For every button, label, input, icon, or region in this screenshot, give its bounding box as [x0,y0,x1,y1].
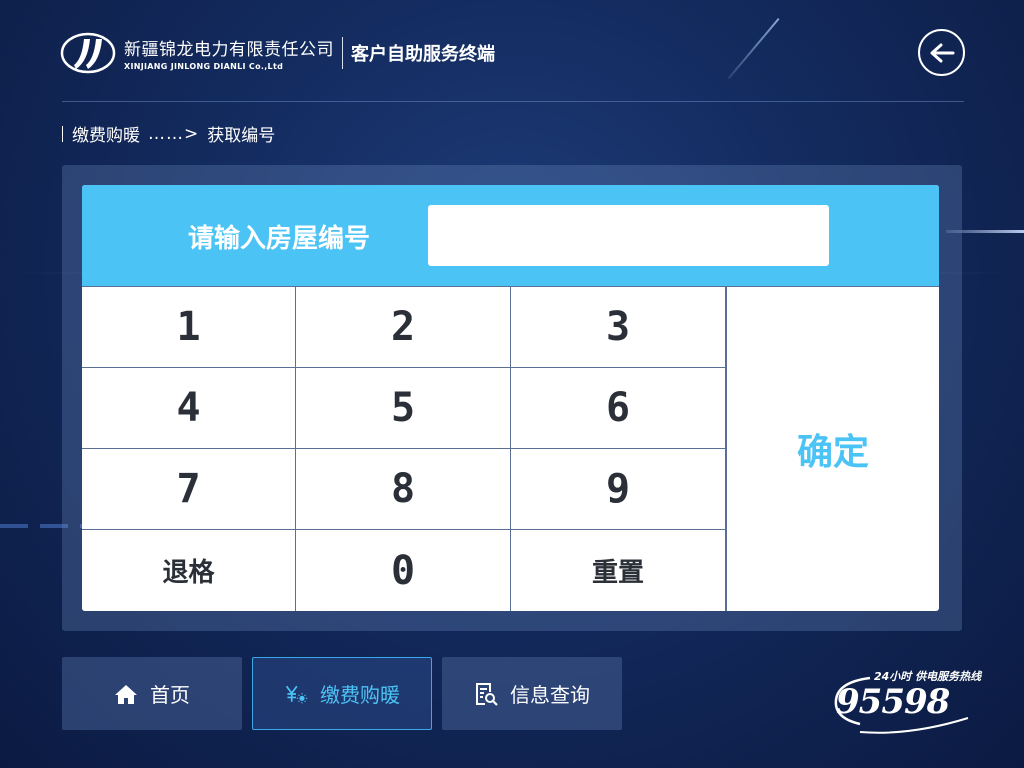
confirm-button[interactable]: 确定 [726,287,939,611]
breadcrumb-marker [62,125,63,142]
reset-key[interactable]: 重置 [511,530,726,611]
terminal-title: 客户自助服务终端 [351,44,495,65]
nav-home-button[interactable]: 首页 [62,657,242,730]
key-0[interactable]: 0 [296,530,511,611]
breadcrumb: 缴费购暖 ……> 获取编号 [62,121,275,146]
house-number-label: 请输入房屋编号 [188,224,371,254]
header: 新疆锦龙电力有限责任公司 XINJIANG JINLONG DIANLI Co.… [60,28,495,78]
key-label: 4 [176,385,201,431]
company-name: 新疆锦龙电力有限责任公司 XINJIANG JINLONG DIANLI Co.… [124,35,334,71]
key-label: 0 [390,547,416,594]
document-search-icon [474,682,498,706]
company-name-cn: 新疆锦龙电力有限责任公司 [124,40,334,60]
nav-info-query-label: 信息查询 [510,683,590,707]
key-label: 2 [390,304,416,350]
header-divider-line [62,101,964,102]
background-decor [727,18,780,80]
nav-pay-heating-button[interactable]: 缴费购暖 [252,657,432,730]
key-3[interactable]: 3 [511,287,726,368]
key-label: 3 [605,304,631,350]
key-9[interactable]: 9 [511,449,726,530]
keypad-header: 请输入房屋编号 [82,185,939,287]
key-8[interactable]: 8 [296,449,511,530]
key-label: 9 [605,466,631,512]
key-5[interactable]: 5 [296,368,511,449]
hotline-number: 95598 [836,682,950,722]
yuan-sun-icon [284,682,308,706]
key-label: 8 [390,466,416,512]
home-icon [114,682,138,706]
company-name-en: XINJIANG JINLONG DIANLI Co.,Ltd [124,62,284,71]
breadcrumb-separator: ……> [148,123,200,144]
key-2[interactable]: 2 [296,287,511,368]
nav-info-query-button[interactable]: 信息查询 [442,657,622,730]
key-label: 重置 [591,558,644,588]
number-keypad: 请输入房屋编号 1 2 3 4 5 6 7 8 9 退格 0 重置 确定 [82,185,939,611]
key-7[interactable]: 7 [82,449,296,530]
arrow-left-icon [930,43,954,62]
key-1[interactable]: 1 [82,287,296,368]
header-divider [342,37,343,69]
key-label: 1 [176,304,201,350]
hotline-logo: 24小时 供电服务热线 95598 [830,664,981,734]
house-number-input[interactable] [428,205,829,266]
backspace-key[interactable]: 退格 [82,530,296,611]
key-label: 7 [176,466,201,512]
key-label: 退格 [162,558,215,588]
confirm-label: 确定 [796,432,869,473]
company-logo-icon [60,32,116,74]
breadcrumb-parent[interactable]: 缴费购暖 [72,121,140,146]
key-4[interactable]: 4 [82,368,296,449]
back-button[interactable] [918,29,965,76]
nav-home-label: 首页 [150,683,190,707]
key-6[interactable]: 6 [511,368,726,449]
nav-pay-heating-label: 缴费购暖 [320,683,400,707]
key-label: 5 [390,385,416,431]
breadcrumb-current: 获取编号 [207,126,276,146]
key-label: 6 [605,385,631,431]
